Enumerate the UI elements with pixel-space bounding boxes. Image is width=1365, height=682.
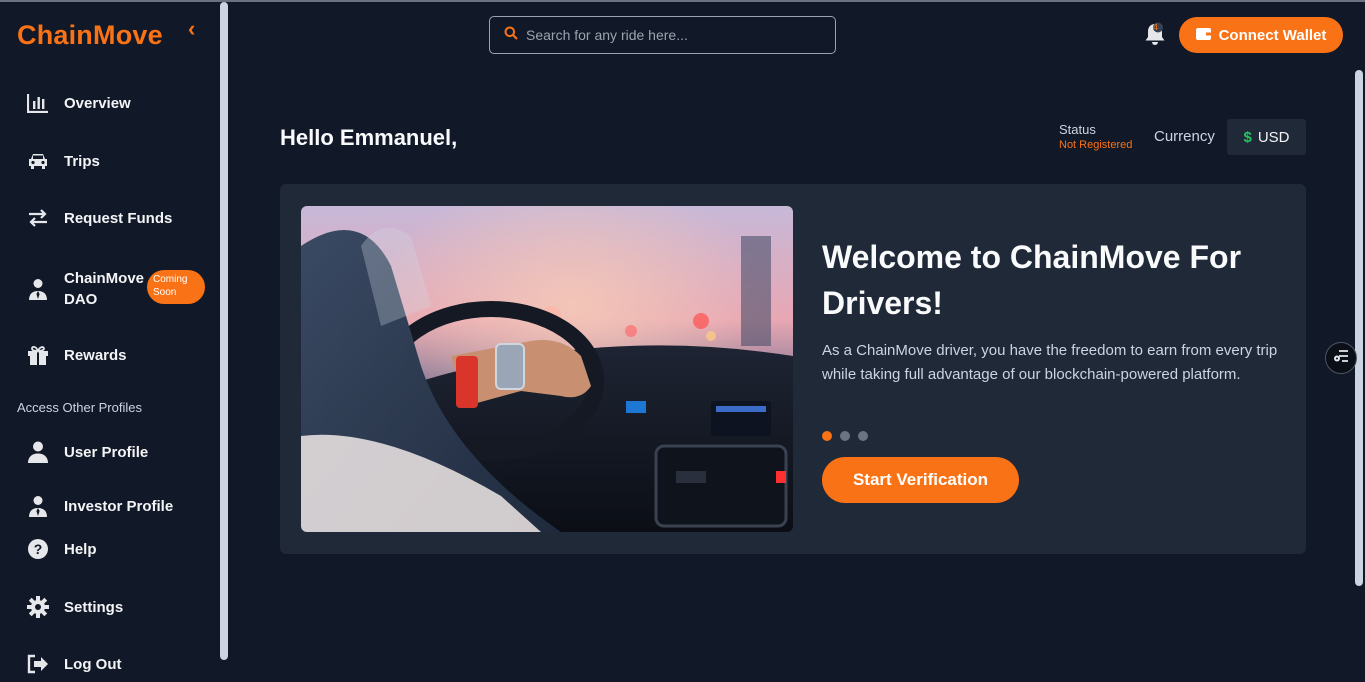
section-label-other-profiles: Access Other Profiles [17, 400, 142, 415]
search-box[interactable] [489, 16, 836, 54]
sidebar-item-label: Overview [64, 94, 131, 112]
card-description: As a ChainMove driver, you have the free… [822, 342, 1278, 383]
dollar-icon: $ [1243, 128, 1252, 146]
sidebar: ChainMove ‹ Overview Trips Request Funds… [0, 2, 220, 682]
badge-line1: Coming [153, 274, 188, 285]
currency-selector[interactable]: $ USD [1227, 119, 1306, 155]
search-icon [504, 26, 518, 45]
chart-icon [26, 91, 50, 115]
badge-line2: Soon [153, 287, 177, 298]
card-title: Welcome to ChainMove For Drivers! [822, 239, 1242, 321]
wallet-icon [1195, 27, 1211, 44]
sidebar-item-label: Rewards [64, 346, 127, 364]
sidebar-item-help[interactable]: ? Help [26, 537, 97, 561]
dao-label-line2: DAO [64, 291, 98, 308]
floating-menu-button[interactable] [1325, 342, 1357, 374]
transfer-arrows-icon [26, 206, 50, 230]
sidebar-item-label: Settings [64, 598, 124, 616]
carousel-dot-3[interactable] [858, 431, 868, 441]
sidebar-item-label: Request Funds [64, 209, 173, 227]
sidebar-item-label: Investor Profile [64, 497, 174, 515]
help-icon: ? [26, 537, 50, 561]
sidebar-item-label: User Profile [64, 443, 149, 461]
greeting: Hello Emmanuel, [280, 125, 458, 150]
carousel-dot-2[interactable] [840, 431, 850, 441]
sidebar-item-rewards[interactable]: Rewards [26, 343, 127, 367]
status-label: Status [1059, 122, 1096, 137]
driver-hero-image [301, 206, 793, 532]
coming-soon-badge: Coming Soon [147, 270, 205, 304]
investor-icon [26, 494, 50, 518]
carousel-dot-1[interactable] [822, 431, 832, 441]
user-icon [26, 440, 50, 464]
start-verification-button[interactable]: Start Verification [822, 457, 1019, 503]
notification-count: 4 [1153, 22, 1159, 32]
sidebar-item-settings[interactable]: Settings [26, 595, 123, 619]
currency-label: Currency [1154, 128, 1215, 145]
car-icon [26, 149, 50, 173]
connect-wallet-label: Connect Wallet [1218, 26, 1327, 44]
sidebar-item-overview[interactable]: Overview [26, 91, 131, 115]
logout-icon [26, 652, 50, 676]
svg-text:?: ? [34, 541, 43, 557]
connect-wallet-button[interactable]: Connect Wallet [1179, 17, 1343, 53]
sidebar-item-label: Log Out [64, 655, 122, 673]
sidebar-item-logout[interactable]: Log Out [26, 652, 121, 676]
sidebar-item-label: ChainMove DAO [64, 268, 144, 310]
sidebar-scrollbar[interactable] [220, 2, 228, 660]
sidebar-item-request-funds[interactable]: Request Funds [26, 206, 172, 230]
app-logo[interactable]: ChainMove [17, 20, 163, 51]
gear-icon [26, 595, 50, 619]
collapse-sidebar-icon[interactable]: ‹ [188, 16, 195, 42]
list-settings-icon [1333, 349, 1349, 368]
sidebar-item-chainmove-dao[interactable] [26, 277, 50, 301]
sidebar-item-label: Trips [64, 152, 100, 170]
gift-icon [26, 343, 50, 367]
carousel-dots [822, 431, 868, 441]
sidebar-item-label: Help [64, 540, 97, 558]
currency-value: USD [1257, 128, 1290, 146]
sidebar-item-investor-profile[interactable]: Investor Profile [26, 494, 173, 518]
person-tie-icon [26, 277, 50, 301]
dao-label-line1: ChainMove [64, 270, 145, 287]
search-input[interactable] [526, 27, 826, 43]
status-value: Not Registered [1059, 139, 1133, 151]
main-scrollbar[interactable] [1355, 70, 1363, 586]
sidebar-item-trips[interactable]: Trips [26, 149, 100, 173]
sidebar-item-user-profile[interactable]: User Profile [26, 440, 148, 464]
